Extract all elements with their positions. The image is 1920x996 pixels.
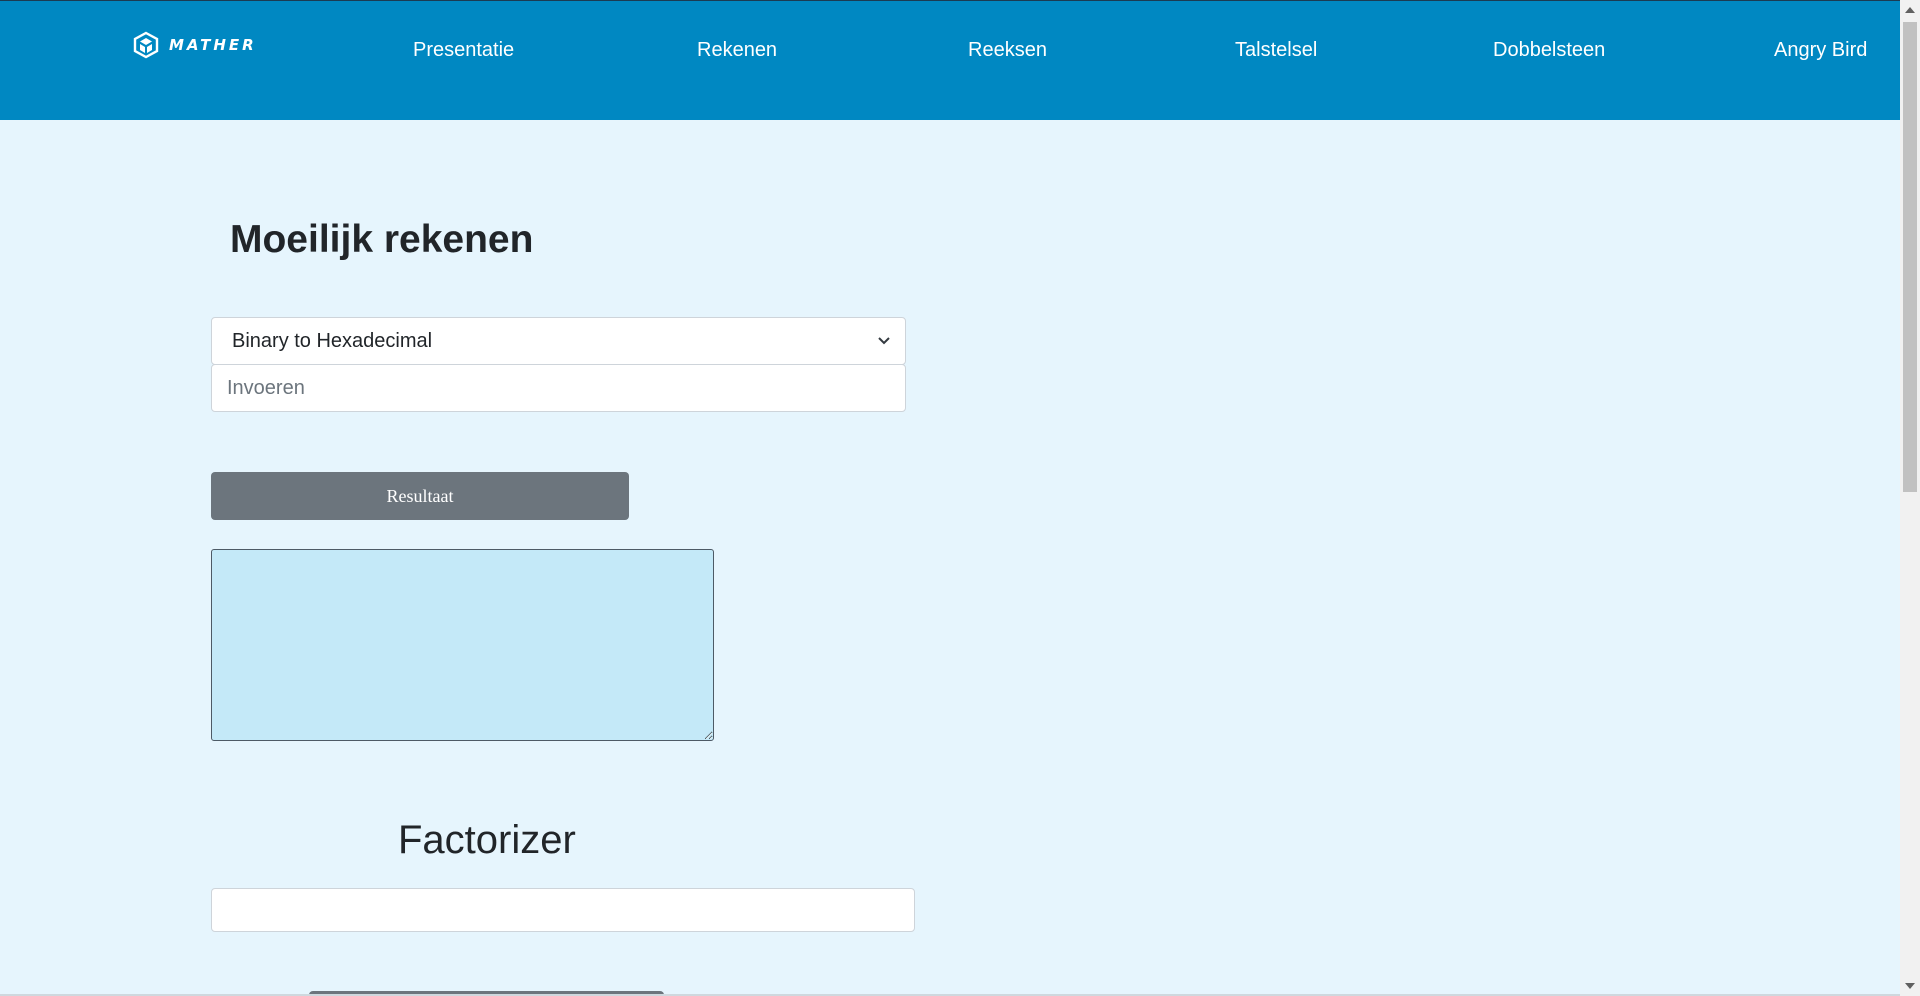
conversion-select-value: Binary to Hexadecimal — [232, 329, 433, 352]
factorizer-input[interactable] — [211, 888, 915, 932]
nav-link-presentatie[interactable]: Presentatie — [413, 39, 514, 62]
nav-link-angry-bird[interactable]: Angry Bird — [1774, 39, 1867, 62]
result-button[interactable]: Resultaat — [211, 472, 629, 520]
page-title: Moeilijk rekenen — [230, 218, 534, 261]
nav-link-rekenen[interactable]: Rekenen — [697, 39, 777, 62]
nav-link-talstelsel[interactable]: Talstelsel — [1235, 39, 1317, 62]
conversion-select[interactable]: Binary to Hexadecimal — [211, 317, 906, 365]
number-input[interactable] — [211, 364, 906, 412]
factorizer-title: Factorizer — [398, 818, 576, 862]
result-output-textarea[interactable] — [211, 549, 714, 741]
brand-logo[interactable]: MATHER — [133, 31, 257, 59]
scrollbar-thumb[interactable] — [1903, 22, 1917, 492]
chevron-down-icon — [878, 337, 890, 345]
nav-link-dobbelsteen[interactable]: Dobbelsteen — [1493, 39, 1605, 62]
nav-link-reeksen[interactable]: Reeksen — [968, 39, 1047, 62]
top-navbar: MATHER Presentatie Rekenen Reeksen Talst… — [0, 0, 1900, 120]
brand-name: MATHER — [169, 36, 257, 54]
scroll-down-arrow-icon[interactable] — [1905, 983, 1915, 989]
scroll-up-arrow-icon[interactable] — [1905, 7, 1915, 13]
cube-logo-icon — [133, 31, 159, 59]
vertical-scrollbar[interactable] — [1900, 0, 1920, 996]
